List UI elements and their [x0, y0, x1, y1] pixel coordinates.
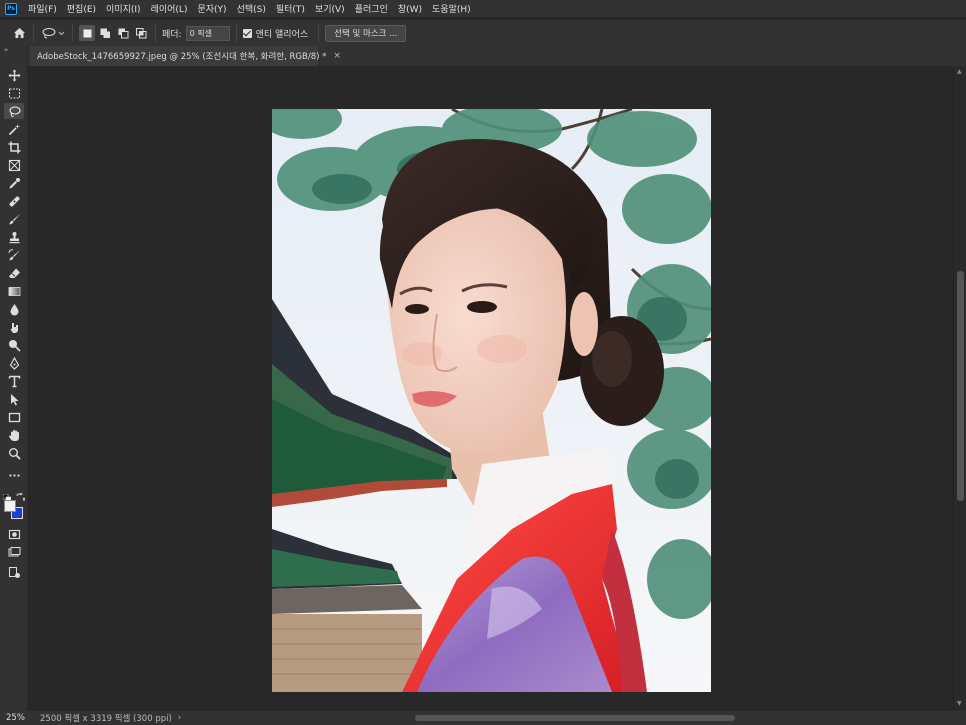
- zoom-level[interactable]: 25%: [0, 713, 34, 723]
- status-menu-arrow-icon[interactable]: ›: [178, 713, 181, 723]
- crop-tool-icon[interactable]: [4, 139, 24, 155]
- dodge-tool-icon[interactable]: [4, 337, 24, 353]
- menu-file[interactable]: 파일(F): [23, 2, 62, 15]
- menu-layer[interactable]: 레이어(L): [146, 2, 193, 15]
- close-icon[interactable]: ×: [333, 51, 341, 61]
- collapse-toolbar-icon[interactable]: »: [4, 46, 8, 54]
- document-image[interactable]: [272, 109, 711, 692]
- clone-stamp-tool-icon[interactable]: [4, 229, 24, 245]
- eyedropper-tool-icon[interactable]: [4, 175, 24, 191]
- menu-plugins[interactable]: 플러그인: [350, 2, 393, 15]
- smudge-tool-icon[interactable]: [4, 319, 24, 335]
- swap-colors-icon[interactable]: [16, 487, 26, 501]
- edit-toolbar-icon[interactable]: [4, 564, 24, 580]
- quick-mask-icon[interactable]: [4, 526, 24, 542]
- rectangle-tool-icon[interactable]: [4, 409, 24, 425]
- add-to-selection-button[interactable]: [97, 25, 113, 41]
- move-tool-icon[interactable]: [4, 67, 24, 83]
- photoshop-window: Ps 파일(F) 편집(E) 이미지(I) 레이어(L) 문자(Y) 선택(S)…: [0, 0, 966, 725]
- scroll-down-icon[interactable]: ▼: [957, 700, 962, 707]
- history-brush-tool-icon[interactable]: [4, 247, 24, 263]
- blur-tool-icon[interactable]: [4, 301, 24, 317]
- healing-brush-tool-icon[interactable]: [4, 193, 24, 209]
- brush-tool-icon[interactable]: [4, 211, 24, 227]
- menu-type[interactable]: 문자(Y): [192, 2, 231, 15]
- menu-window[interactable]: 창(W): [393, 2, 427, 15]
- horizontal-scrollbar[interactable]: [205, 714, 950, 722]
- new-selection-mode-button[interactable]: [79, 25, 95, 41]
- feather-label: 페더:: [162, 29, 182, 40]
- lasso-preset-picker[interactable]: [40, 25, 66, 41]
- menu-image[interactable]: 이미지(I): [101, 2, 146, 15]
- options-bar: 페더: 0 픽셀 앤티 앨리어스 선택 및 마스크 ...: [0, 19, 966, 46]
- pen-tool-icon[interactable]: [4, 355, 24, 371]
- intersect-selection-button[interactable]: [133, 25, 149, 41]
- document-tab[interactable]: AdobeStock_1476659927.jpeg @ 25% (조선시대 한…: [30, 46, 341, 66]
- horizontal-scroll-thumb[interactable]: [415, 715, 735, 721]
- path-selection-tool-icon[interactable]: [4, 391, 24, 407]
- document-tab-title: AdobeStock_1476659927.jpeg @ 25% (조선시대 한…: [37, 52, 327, 62]
- type-tool-icon[interactable]: [4, 373, 24, 389]
- tools-panel: »: [0, 46, 28, 711]
- photoshop-logo-icon[interactable]: Ps: [5, 2, 17, 15]
- feather-input[interactable]: 0 픽셀: [185, 25, 230, 41]
- vertical-scrollbar[interactable]: ▲ ▼: [953, 66, 966, 711]
- gradient-tool-icon[interactable]: [4, 283, 24, 299]
- lasso-tool-icon[interactable]: [4, 103, 24, 119]
- more-tools-icon[interactable]: [4, 467, 24, 483]
- scroll-up-icon[interactable]: ▲: [957, 68, 962, 75]
- default-colors-icon[interactable]: [2, 487, 12, 503]
- antialias-label[interactable]: 앤티 앨리어스: [256, 27, 309, 40]
- foreground-color-swatch[interactable]: [4, 500, 16, 512]
- menu-select[interactable]: 선택(S): [232, 2, 271, 15]
- subtract-from-selection-button[interactable]: [115, 25, 131, 41]
- hand-tool-icon[interactable]: [4, 427, 24, 443]
- menu-bar: Ps 파일(F) 편집(E) 이미지(I) 레이어(L) 문자(Y) 선택(S)…: [0, 0, 966, 17]
- document-info[interactable]: 2500 픽셀 x 3319 픽셀 (300 ppi): [34, 712, 178, 724]
- frame-tool-icon[interactable]: [4, 157, 24, 173]
- status-bar: 25% 2500 픽셀 x 3319 픽셀 (300 ppi) ›: [0, 711, 966, 725]
- magic-wand-tool-icon[interactable]: [4, 121, 24, 137]
- menu-filter[interactable]: 필터(T): [271, 2, 310, 15]
- zoom-tool-icon[interactable]: [4, 445, 24, 461]
- home-icon[interactable]: [11, 25, 27, 41]
- eraser-tool-icon[interactable]: [4, 265, 24, 281]
- antialias-checkbox[interactable]: [242, 28, 252, 38]
- vertical-scroll-thumb[interactable]: [957, 271, 964, 501]
- menu-view[interactable]: 보기(V): [310, 2, 350, 15]
- screen-mode-icon[interactable]: [4, 544, 24, 560]
- document-tab-bar: AdobeStock_1476659927.jpeg @ 25% (조선시대 한…: [0, 46, 966, 66]
- menu-help[interactable]: 도움말(H): [427, 2, 476, 15]
- select-and-mask-button[interactable]: 선택 및 마스크 ...: [325, 24, 407, 42]
- menu-edit[interactable]: 편집(E): [62, 2, 101, 15]
- marquee-tool-icon[interactable]: [4, 85, 24, 101]
